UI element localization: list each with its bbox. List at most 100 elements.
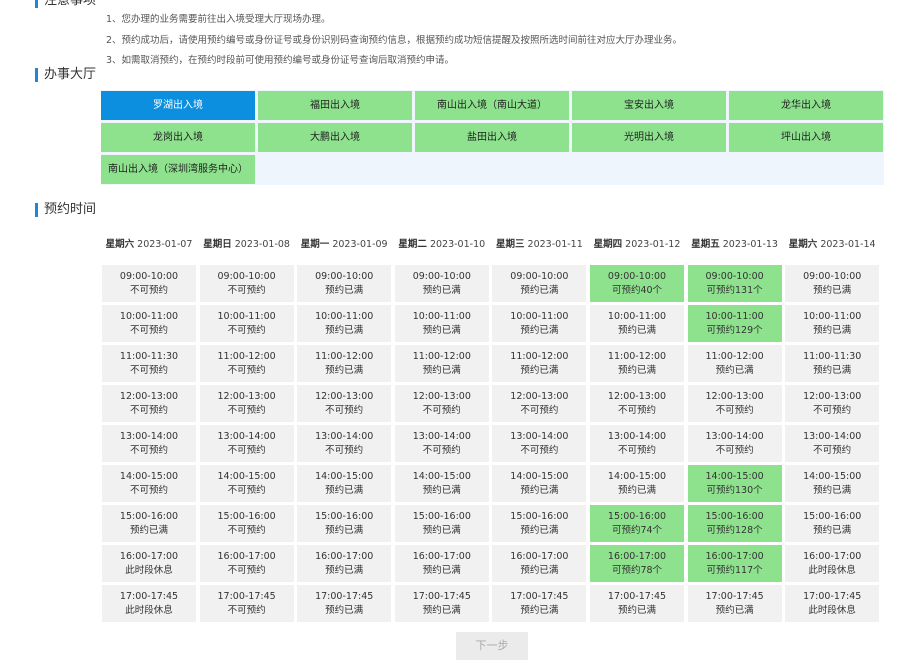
slot-time: 13:00-14:00 — [315, 431, 374, 442]
time-slot: 09:00-10:00 预约已满 — [394, 265, 489, 302]
slot-status: 不可预约 — [227, 485, 266, 496]
slot-status: 预约已满 — [813, 485, 852, 496]
time-slot: 13:00-14:00 不可预约 — [492, 425, 587, 462]
slot-time: 14:00-15:00 — [803, 471, 862, 482]
slot-time: 09:00-10:00 — [705, 271, 764, 282]
slot-status: 可预约131个 — [706, 285, 763, 296]
time-slot: 17:00-17:45 预约已满 — [297, 585, 392, 622]
slot-time: 17:00-17:45 — [315, 591, 374, 602]
slot-time: 12:00-13:00 — [315, 391, 374, 402]
slot-status: 预约已满 — [325, 525, 364, 536]
slot-time: 11:00-11:30 — [119, 351, 179, 362]
hall-option[interactable]: 南山出入境（南山大道） — [415, 91, 569, 120]
notice-item-3: 3、如需取消预约，在预约时段前可使用预约编号或身份证号查询后取消预约申请。 — [106, 55, 455, 66]
slot-time: 16:00-17:00 — [119, 551, 179, 562]
time-slot: 12:00-13:00 不可预约 — [199, 385, 294, 422]
time-slot[interactable]: 09:00-10:00 可预约131个 — [687, 265, 782, 302]
time-slot[interactable]: 09:00-10:00 可预约40个 — [590, 265, 684, 302]
slot-status: 预约已满 — [422, 325, 461, 336]
time-slot: 16:00-17:00 预约已满 — [297, 545, 392, 582]
time-slot[interactable]: 16:00-17:00 可预约78个 — [590, 545, 684, 582]
slot-time: 12:00-13:00 — [119, 391, 179, 402]
slot-time: 10:00-11:00 — [510, 311, 569, 322]
slot-status: 可预约128个 — [706, 525, 763, 536]
slot-status: 预约已满 — [520, 285, 559, 296]
slot-status: 不可预约 — [422, 405, 461, 416]
time-slot[interactable]: 14:00-15:00 可预约130个 — [687, 465, 782, 502]
slot-time: 09:00-10:00 — [412, 271, 471, 282]
slot-status: 预约已满 — [715, 605, 754, 616]
slot-status: 预约已满 — [813, 365, 852, 376]
slot-status: 可预约117个 — [706, 565, 763, 576]
hall-option[interactable]: 宝安出入境 — [572, 91, 726, 120]
time-slot: 11:00-11:30 预约已满 — [785, 345, 880, 382]
hall-option[interactable]: 光明出入境 — [572, 123, 726, 152]
notice-item-1: 1、您办理的业务需要前往出入境受理大厅现场办理。 — [106, 14, 331, 25]
slot-status: 此时段休息 — [808, 605, 856, 616]
slot-time: 13:00-14:00 — [803, 431, 862, 442]
hall-option[interactable]: 龙华出入境 — [729, 91, 883, 120]
hall-option[interactable]: 南山出入境（深圳湾服务中心） — [101, 155, 255, 184]
slot-status: 预约已满 — [422, 525, 461, 536]
slot-status: 不可预约 — [325, 445, 364, 456]
time-slot: 11:00-12:00 预约已满 — [590, 345, 684, 382]
hall-option[interactable]: 坪山出入境 — [729, 123, 883, 152]
hall-option[interactable]: 龙岗出入境 — [101, 123, 255, 152]
time-slot: 14:00-15:00 预约已满 — [785, 465, 880, 502]
time-slot: 15:00-16:00 预约已满 — [297, 505, 392, 542]
slot-status: 预约已满 — [422, 365, 461, 376]
time-slot[interactable]: 10:00-11:00 可预约129个 — [687, 305, 782, 342]
hall-option[interactable]: 福田出入境 — [258, 91, 412, 120]
hall-option[interactable]: 盐田出入境 — [415, 123, 569, 152]
next-step-button[interactable]: 下一步 — [456, 632, 528, 660]
slot-time: 14:00-15:00 — [315, 471, 374, 482]
day-header: 星期二 2023-01-10 — [393, 236, 491, 250]
time-slot[interactable]: 15:00-16:00 可预约74个 — [590, 505, 684, 542]
slot-status: 不可预约 — [227, 565, 266, 576]
slot-status: 不可预约 — [422, 445, 461, 456]
hall-option[interactable]: 大鹏出入境 — [258, 123, 412, 152]
hall-selector: 罗湖出入境 福田出入境 南山出入境（南山大道） 宝安出入境 龙华出入境龙岗出入境 大鹏出入… — [101, 90, 884, 185]
slot-time: 15:00-16:00 — [315, 511, 374, 522]
time-slot: 12:00-13:00 不可预约 — [687, 385, 782, 422]
slot-time: 16:00-17:00 — [607, 551, 667, 562]
slot-status: 不可预约 — [227, 525, 266, 536]
slot-status: 不可预约 — [715, 445, 754, 456]
time-slot: 12:00-13:00 不可预约 — [102, 385, 196, 422]
time-slot: 11:00-11:30 不可预约 — [102, 345, 196, 382]
slot-time: 12:00-13:00 — [607, 391, 667, 402]
time-slot: 11:00-12:00 预约已满 — [394, 345, 489, 382]
time-slot: 10:00-11:00 预约已满 — [590, 305, 684, 342]
slot-status: 预约已满 — [129, 525, 168, 536]
day-header: 星期一 2023-01-09 — [295, 236, 393, 250]
time-slot: 16:00-17:00 预约已满 — [492, 545, 587, 582]
slot-time: 16:00-17:00 — [412, 551, 471, 562]
time-slot: 15:00-16:00 不可预约 — [199, 505, 294, 542]
hall-option[interactable]: 罗湖出入境 — [101, 91, 255, 120]
slot-status: 不可预约 — [227, 325, 266, 336]
slot-time: 15:00-16:00 — [119, 511, 179, 522]
slot-status: 预约已满 — [422, 605, 461, 616]
slot-status: 不可预约 — [129, 405, 168, 416]
slot-time: 09:00-10:00 — [119, 271, 179, 282]
time-slot: 16:00-17:00 预约已满 — [394, 545, 489, 582]
slot-time: 10:00-11:00 — [315, 311, 374, 322]
slot-time: 10:00-11:00 — [803, 311, 862, 322]
time-slot: 12:00-13:00 不可预约 — [590, 385, 684, 422]
slot-time: 09:00-10:00 — [803, 271, 862, 282]
slot-time: 17:00-17:45 — [705, 591, 764, 602]
slot-status: 不可预约 — [227, 605, 266, 616]
slot-time: 12:00-13:00 — [803, 391, 862, 402]
time-slot: 15:00-16:00 预约已满 — [102, 505, 196, 542]
time-slot: 11:00-12:00 预约已满 — [687, 345, 782, 382]
time-slot: 17:00-17:45 预约已满 — [687, 585, 782, 622]
time-slot[interactable]: 15:00-16:00 可预约128个 — [687, 505, 782, 542]
slot-time: 15:00-16:00 — [705, 511, 764, 522]
time-slot: 12:00-13:00 不可预约 — [785, 385, 880, 422]
time-slot: 14:00-15:00 预约已满 — [492, 465, 587, 502]
slot-time: 12:00-13:00 — [217, 391, 276, 402]
time-slot[interactable]: 16:00-17:00 可预约117个 — [687, 545, 782, 582]
slot-status: 此时段休息 — [808, 565, 856, 576]
slot-status: 预约已满 — [813, 285, 852, 296]
day-date: 2023-01-07 — [137, 239, 193, 250]
